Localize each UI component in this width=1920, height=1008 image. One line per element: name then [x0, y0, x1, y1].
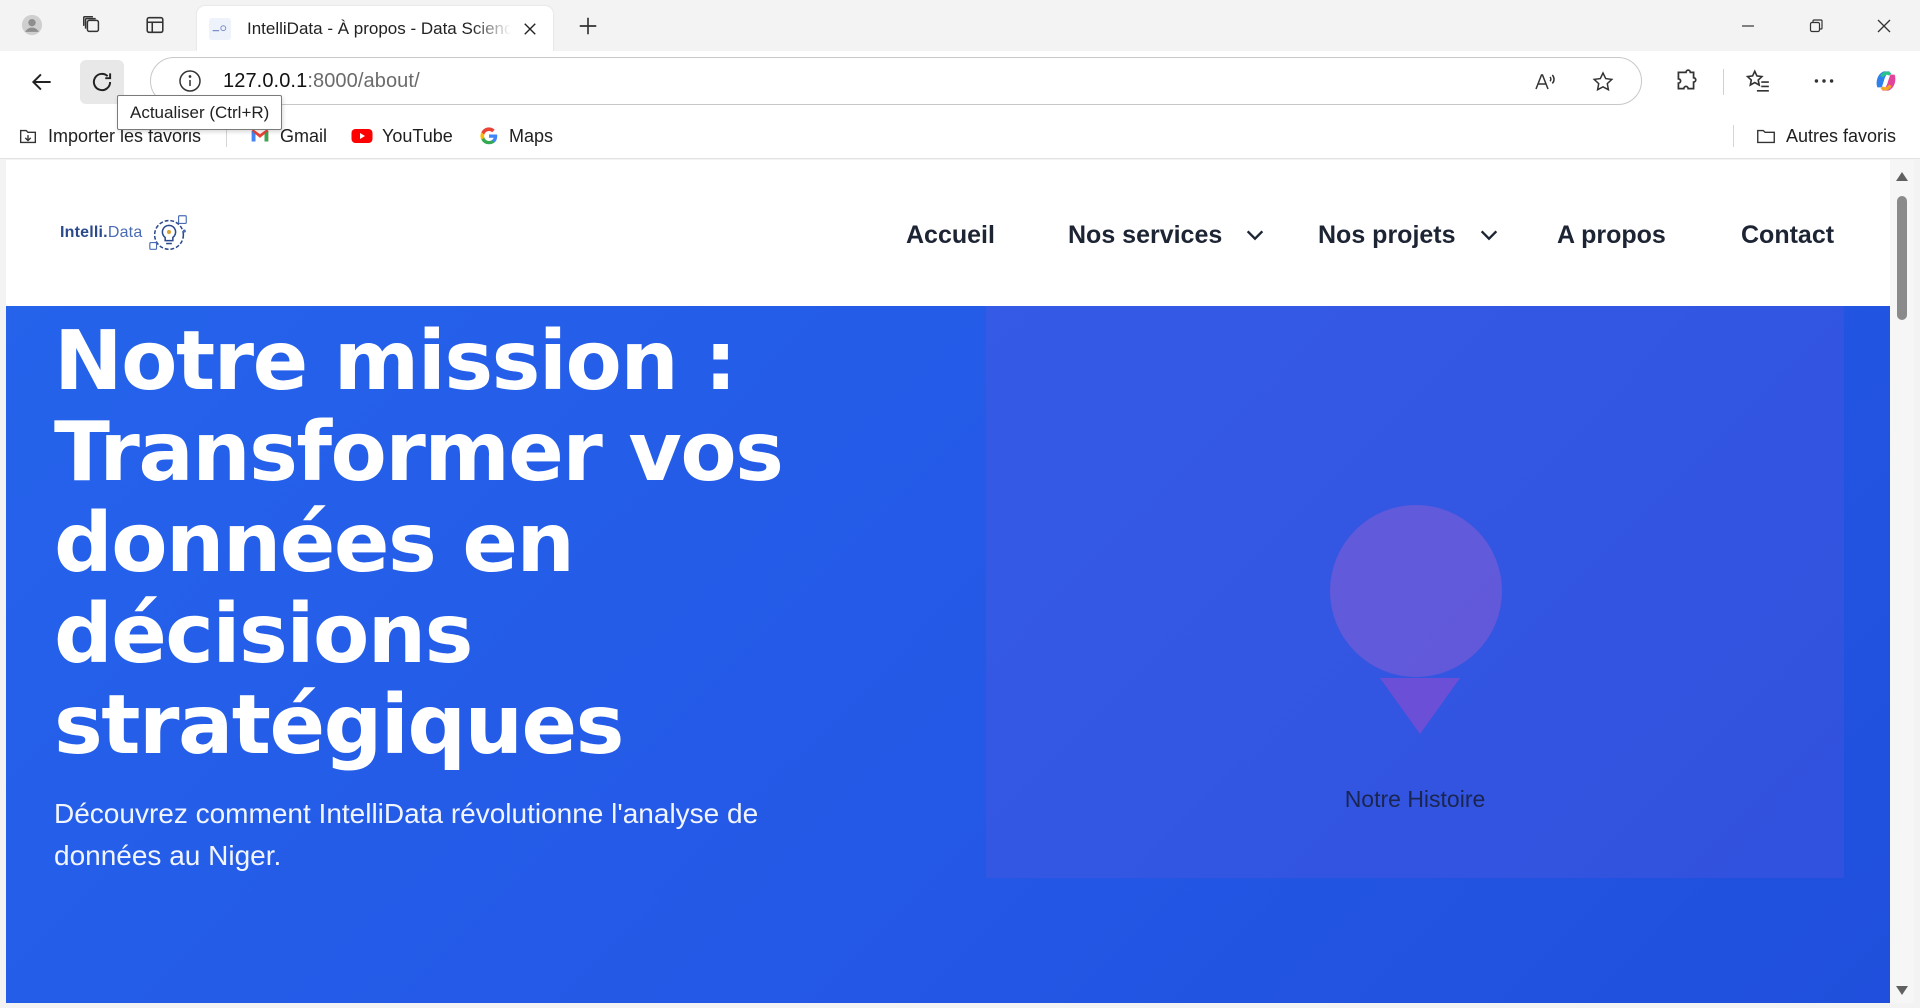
hero-media-caption: Notre Histoire [1344, 786, 1486, 812]
workspaces-icon[interactable] [74, 7, 110, 43]
close-tab-icon[interactable] [519, 18, 541, 40]
nav-contact[interactable]: Contact [1741, 221, 1834, 250]
extensions-icon[interactable] [1670, 65, 1702, 97]
nav-label: Nos projets [1318, 220, 1456, 249]
youtube-icon [350, 124, 374, 148]
site-favicon-icon [209, 17, 231, 40]
profile-avatar-icon[interactable] [14, 7, 50, 43]
restore-icon[interactable] [1782, 0, 1850, 51]
bookmark-divider [1733, 125, 1734, 147]
folder-icon [1754, 124, 1778, 148]
site-info-icon[interactable] [177, 68, 203, 94]
favorites-icon[interactable] [1742, 65, 1774, 97]
bookmark-label: Gmail [280, 125, 328, 146]
minimize-icon[interactable] [1714, 0, 1782, 51]
logo-text: Intelli.Data [60, 224, 142, 242]
hero-subtitle: Découvrez comment IntelliData révolution… [54, 798, 759, 871]
logo-main: Intelli. [60, 224, 108, 241]
nav-label: Nos services [1068, 220, 1223, 249]
logo-sub: Data [107, 224, 143, 241]
hero-section: Notre mission : Transformer vos données … [6, 306, 1890, 1003]
location-pin-tip [1380, 678, 1460, 734]
page-viewport: Intelli.Data Accueil Nos services Nos pr… [6, 160, 1890, 1003]
nav-nos-projets[interactable]: Nos projets [1318, 221, 1500, 250]
nav-a-propos[interactable]: A propos [1557, 221, 1666, 250]
scroll-down-arrow-icon[interactable] [1896, 986, 1908, 995]
active-tab[interactable]: IntelliData - À propos - Data Science [197, 6, 553, 51]
scrollbar-thumb[interactable] [1897, 196, 1907, 320]
nav-nos-services[interactable]: Nos services [1068, 221, 1266, 250]
location-pin-icon [1330, 505, 1502, 677]
chevron-down-icon [1480, 230, 1497, 241]
copilot-icon[interactable] [1870, 65, 1902, 97]
bookmark-youtube[interactable]: YouTube [350, 123, 453, 149]
bookmark-label: YouTube [382, 125, 453, 146]
more-options-icon[interactable] [1808, 65, 1840, 97]
site-header: Intelli.Data Accueil Nos services Nos pr… [6, 160, 1890, 306]
refresh-tooltip: Actualiser (Ctrl+R) [117, 95, 283, 130]
google-icon [477, 124, 501, 148]
bookmark-other-favorites[interactable]: Autres favoris [1754, 123, 1896, 149]
hero-image-placeholder: Notre Histoire [986, 306, 1844, 878]
url-text[interactable]: 127.0.0.1:8000/about/ [223, 70, 420, 93]
browser-toolbar: 127.0.0.1:8000/about/ [0, 51, 1920, 111]
tab-title: IntelliData - À propos - Data Science [247, 18, 511, 38]
close-window-icon[interactable] [1850, 0, 1918, 51]
favorite-star-icon[interactable] [1589, 68, 1617, 96]
bookmark-maps[interactable]: Maps [477, 123, 553, 149]
page-scrollbar[interactable] [1890, 160, 1914, 1003]
site-logo[interactable]: Intelli.Data [60, 210, 192, 256]
bookmark-label: Maps [509, 125, 554, 146]
chevron-down-icon [1247, 230, 1264, 241]
read-aloud-icon[interactable] [1531, 68, 1559, 96]
vertical-tabs-icon[interactable] [137, 7, 173, 43]
import-favorites-icon [16, 124, 40, 148]
bookmarks-bar: Importer les favoris Gmail YouTube Maps … [0, 111, 1920, 159]
url-host: 127.0.0.1 [223, 69, 308, 92]
bookmark-label: Autres favoris [1786, 125, 1897, 146]
url-path: :8000/about/ [307, 69, 420, 92]
back-button[interactable] [20, 60, 64, 104]
tab-strip: IntelliData - À propos - Data Science [0, 0, 1920, 51]
nav-accueil[interactable]: Accueil [906, 221, 995, 250]
toolbar-divider [1723, 69, 1724, 95]
address-bar[interactable]: 127.0.0.1:8000/about/ [150, 57, 1642, 105]
new-tab-icon[interactable] [570, 8, 606, 44]
scroll-up-arrow-icon[interactable] [1896, 172, 1908, 181]
logo-lightbulb-icon [149, 215, 188, 251]
hero-title: Notre mission : Transformer vos données … [54, 314, 784, 773]
